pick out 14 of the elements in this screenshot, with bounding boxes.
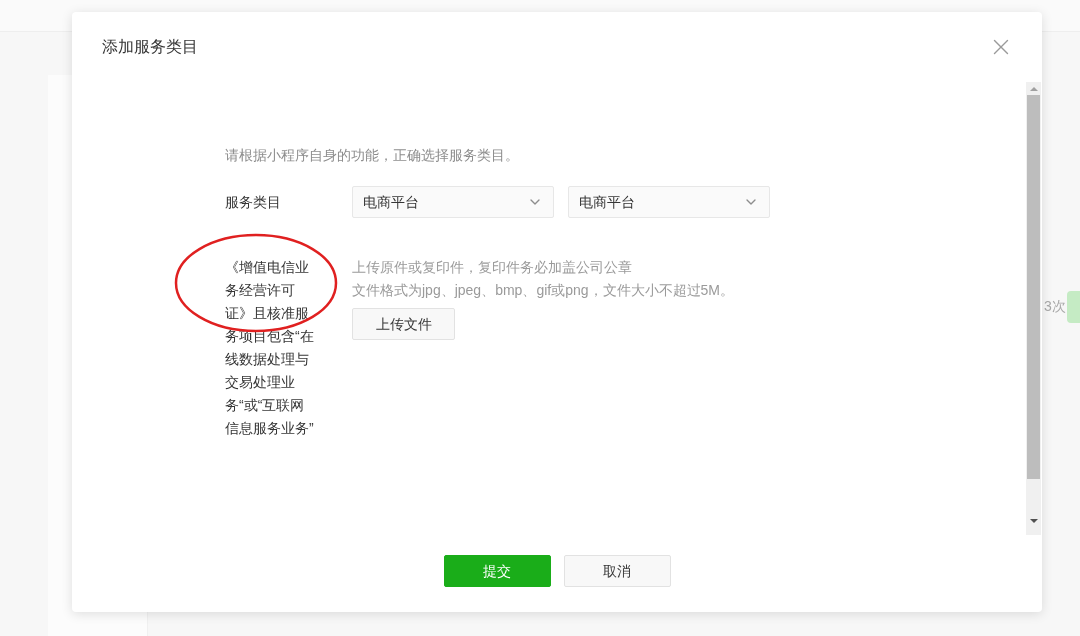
cancel-button[interactable]: 取消 <box>563 555 671 587</box>
hint-text: 上传原件或复印件，复印件务必加盖公司公章 <box>352 258 633 277</box>
scrollbar[interactable] <box>1026 82 1041 535</box>
category-select[interactable]: 电商平台 <box>568 186 770 218</box>
intro-text: 请根据小程序自身的功能，正确选择服务类目。 <box>225 146 520 165</box>
hint-text: 文件格式为jpg、jpeg、bmp、gif或png，文件大小不超过5M。 <box>352 281 734 300</box>
upload-button[interactable]: 上传文件 <box>352 308 455 340</box>
field-label: 服务类目 <box>225 192 282 212</box>
scrollbar-thumb[interactable] <box>1027 95 1040 479</box>
category-select[interactable]: 电商平台 <box>352 186 554 218</box>
scroll-up-icon[interactable] <box>1029 87 1038 91</box>
count-text: 3次 <box>1044 297 1066 316</box>
dialog-title: 添加服务类目 <box>102 37 198 57</box>
scroll-down-icon[interactable] <box>1029 519 1038 523</box>
